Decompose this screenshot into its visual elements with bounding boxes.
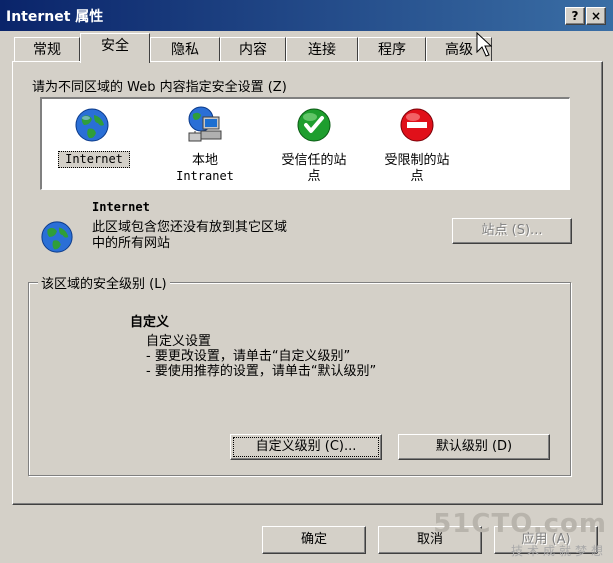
window-title: Internet 属性	[6, 9, 104, 25]
security-level-name: 自定义	[130, 315, 170, 330]
tab-general[interactable]: 常规	[14, 37, 80, 62]
selected-zone-globe-icon	[41, 221, 73, 253]
help-button[interactable]: ?	[565, 7, 585, 25]
tab-programs[interactable]: 程序	[358, 37, 426, 62]
selected-zone-description-2: 中的所有网站	[92, 236, 171, 251]
mouse-cursor-icon	[476, 32, 492, 57]
tab-content[interactable]: 内容	[220, 37, 286, 62]
zone-trusted-sites-label-2: 点	[307, 169, 321, 184]
zone-trusted-sites[interactable]: 受信任的站 点	[264, 105, 364, 185]
custom-level-button[interactable]: 自定义级别 (C)...	[230, 434, 382, 460]
tab-security[interactable]: 安全	[80, 33, 150, 63]
zone-trusted-sites-label-1: 受信任的站	[281, 153, 347, 168]
sites-button[interactable]: 站点 (S)...	[452, 218, 572, 244]
title-bar[interactable]: Internet 属性 ? ×	[0, 0, 613, 31]
zone-list[interactable]: Internet 本地 Intranet 受信任的站 点 受限制的站 点	[40, 97, 570, 190]
ok-button[interactable]: 确定	[262, 526, 366, 554]
zone-local-intranet-label-2: Intranet	[176, 169, 234, 183]
zone-local-intranet-label-1: 本地	[191, 153, 218, 168]
check-circle-icon	[297, 108, 331, 142]
no-entry-icon	[400, 108, 434, 142]
watermark-slogan: 技术成就梦想	[510, 544, 607, 558]
zone-prompt: 请为不同区域的 Web 内容指定安全设置 (Z)	[32, 80, 287, 95]
zone-restricted-sites-label-1: 受限制的站	[384, 153, 450, 168]
zone-local-intranet[interactable]: 本地 Intranet	[160, 105, 250, 185]
network-computer-icon	[188, 106, 222, 142]
zone-internet-label: Internet	[58, 151, 130, 168]
zone-restricted-sites-label-2: 点	[410, 169, 424, 184]
security-level-desc-3: - 要使用推荐的设置，请单击“默认级别”	[146, 364, 377, 379]
tab-privacy[interactable]: 隐私	[150, 37, 220, 62]
globe-icon	[75, 108, 109, 142]
close-button[interactable]: ×	[586, 7, 606, 25]
security-level-group-title: 该区域的安全级别 (L)	[38, 273, 170, 292]
watermark-logo: 51CTO.com	[433, 509, 607, 539]
tab-connections[interactable]: 连接	[286, 37, 358, 62]
zone-internet[interactable]: Internet	[52, 105, 132, 185]
selected-zone-name: Internet	[92, 200, 150, 214]
default-level-button[interactable]: 默认级别 (D)	[398, 434, 550, 460]
zone-restricted-sites[interactable]: 受限制的站 点	[367, 105, 467, 185]
